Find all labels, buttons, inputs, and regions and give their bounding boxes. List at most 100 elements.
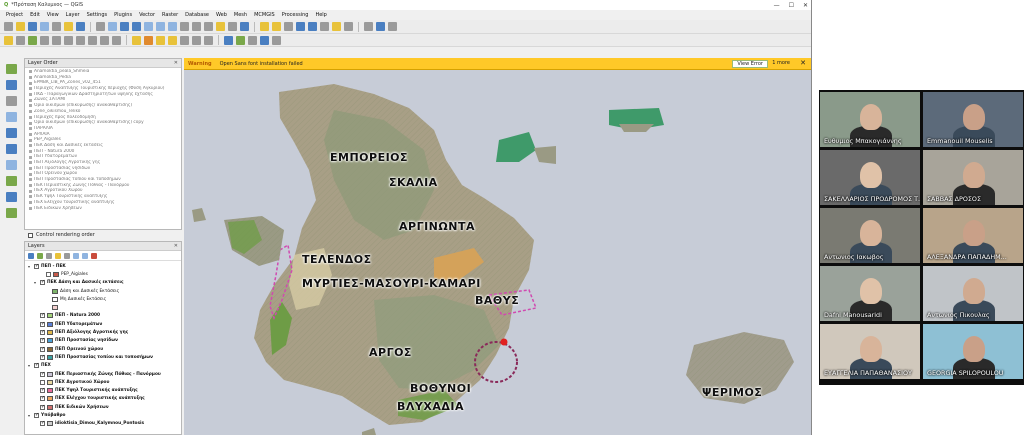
menu-item-8[interactable]: Database [185, 12, 209, 18]
map-tips-icon[interactable] [344, 22, 353, 31]
layer-visibility-checkbox[interactable] [40, 337, 45, 344]
zoom-layer-icon[interactable] [168, 22, 177, 31]
cut-icon[interactable] [64, 35, 73, 45]
zoom-last-icon[interactable] [192, 22, 201, 31]
pin-label-icon[interactable] [156, 35, 165, 45]
print-layout-icon[interactable] [52, 22, 61, 31]
layer-tree-row[interactable]: ▾ Υπόβαθρο [28, 411, 181, 419]
style-manager-icon[interactable] [76, 22, 85, 31]
menu-item-10[interactable]: Mesh [234, 12, 247, 18]
layer-tree-row[interactable]: ΠΕΠ - Natura 2000 [28, 312, 181, 320]
pan-to-selection-icon[interactable] [108, 22, 117, 31]
redo-icon[interactable] [112, 35, 121, 45]
menu-item-11[interactable]: MCMGIS [254, 12, 275, 18]
layer-visibility-checkbox[interactable] [34, 412, 39, 418]
layer-tree-row[interactable]: ΠΕΠ Ορεινού χώρου [28, 345, 181, 353]
zoom-full-icon[interactable] [144, 22, 153, 31]
layer-visibility-checkbox[interactable] [40, 329, 45, 336]
label-tool-icon[interactable] [132, 35, 141, 45]
paste-icon[interactable] [88, 35, 97, 45]
filter-expression-icon[interactable] [64, 252, 70, 259]
layer-visibility-checkbox[interactable] [40, 312, 45, 319]
pan-icon[interactable] [96, 22, 105, 31]
expand-arrow-icon[interactable]: ▾ [28, 363, 32, 368]
add-feature-icon[interactable] [28, 35, 37, 45]
refresh-icon[interactable] [240, 22, 249, 31]
layer-tree-row[interactable]: ΠΕΠ Προστασίας νησίδων [28, 337, 181, 345]
expand-arrow-icon[interactable]: ▾ [34, 280, 38, 285]
layer-tree-row[interactable]: ▾ ΠΕΠ - ΠΕΚ [28, 262, 181, 270]
undo-icon[interactable] [100, 35, 109, 45]
vertex-tool-icon[interactable] [40, 35, 49, 45]
layer-visibility-checkbox[interactable] [40, 371, 45, 377]
save-project-icon[interactable] [28, 22, 37, 31]
participant-tile[interactable]: ΣΑΚΕΛΛΑΡΙΟΣ ΠΡΟΔΡΟΜΟΣ Τ... [820, 150, 920, 205]
add-postgis-icon[interactable] [5, 144, 17, 154]
layer-visibility-checkbox[interactable] [40, 395, 45, 402]
rotate-label-icon[interactable] [192, 35, 201, 45]
collapse-all-icon[interactable] [82, 252, 88, 259]
expand-arrow-icon[interactable]: ▾ [28, 413, 32, 418]
close-message-icon[interactable]: ✕ [800, 59, 806, 67]
menu-item-2[interactable]: View [47, 12, 59, 18]
delete-feature-icon[interactable] [52, 35, 61, 45]
expand-all-icon[interactable] [73, 252, 79, 259]
layer-visibility-checkbox[interactable] [34, 362, 39, 369]
layer-visibility-checkbox[interactable] [40, 404, 45, 410]
add-wfs-layer-icon[interactable] [5, 176, 17, 186]
add-spatialite-icon[interactable] [5, 128, 17, 138]
control-rendering-checkbox[interactable] [28, 232, 33, 238]
participant-tile[interactable]: ΕΥΑΓΓΕΛΙΑ ΠΑΠΑΘΑΝΑΣΙΟΥ [820, 324, 920, 379]
add-virtual-layer-icon[interactable] [5, 192, 17, 202]
participant-tile[interactable]: Dafni Manousaridi [820, 266, 920, 321]
close-panel-icon[interactable]: ✕ [174, 243, 178, 249]
layer-visibility-checkbox[interactable] [40, 346, 45, 352]
add-wms-icon[interactable] [248, 35, 257, 45]
layer-visibility-checkbox[interactable] [34, 263, 39, 269]
add-delimited-text-icon[interactable] [5, 112, 17, 122]
manage-themes-icon[interactable] [46, 252, 52, 259]
maximize-icon[interactable]: ☐ [789, 2, 794, 9]
add-vector-layer-icon[interactable] [5, 64, 17, 74]
highlight-label-icon[interactable] [144, 35, 153, 45]
temporal-controller-icon[interactable] [228, 22, 237, 31]
layer-tree-row[interactable]: Δάση και Δασικές Εκτάσεις [28, 287, 181, 295]
edit-pencil-icon[interactable] [4, 35, 13, 45]
new-map-view-icon[interactable] [216, 22, 225, 31]
layer-tree-row[interactable]: ΠΕΧ Ελέγχου τουριστικής ανάπτυξης [28, 395, 181, 403]
menu-item-7[interactable]: Raster [162, 12, 178, 18]
add-raster-icon[interactable] [236, 35, 245, 45]
annotation-icon[interactable] [332, 22, 341, 31]
menu-item-4[interactable]: Settings [87, 12, 108, 18]
add-raster-layer-icon[interactable] [5, 80, 17, 90]
add-vector-icon[interactable] [224, 35, 233, 45]
menu-item-0[interactable]: Project [6, 12, 23, 18]
plugin-icon[interactable] [272, 35, 281, 45]
layer-tree-row[interactable]: ΠΕΠ Υδατορεμάτων [28, 320, 181, 328]
add-wms-layer-icon[interactable] [5, 160, 17, 170]
python-console-icon[interactable] [376, 22, 385, 31]
close-panel-icon[interactable]: ✕ [174, 60, 178, 66]
layer-visibility-checkbox[interactable] [40, 387, 45, 394]
layer-visibility-checkbox[interactable] [40, 379, 45, 385]
layer-tree-row[interactable]: ΠΕΚ Υψηλ Τουριστικής ανάπτυξης [28, 386, 181, 394]
settings-icon[interactable] [388, 22, 397, 31]
layer-tree-row[interactable] [28, 303, 181, 311]
new-project-icon[interactable] [4, 22, 13, 31]
copy-icon[interactable] [76, 35, 85, 45]
expand-arrow-icon[interactable]: ▾ [28, 264, 32, 269]
layer-order-item[interactable]: ΠΕΚ Ειδικών Χρήσεων [29, 206, 181, 212]
globe-icon[interactable] [260, 35, 269, 45]
open-project-icon[interactable] [16, 22, 25, 31]
zoom-next-icon[interactable] [204, 22, 213, 31]
close-icon[interactable]: ✕ [803, 2, 808, 9]
layer-tree-row[interactable]: ΠΕΠ Προστασίας τοπίου και τοποσήμων [28, 353, 181, 361]
layer-tree-row[interactable]: ΠΕΧ Αγροτικού Χώρου [28, 378, 181, 386]
layer-visibility-checkbox[interactable] [46, 271, 51, 277]
layer-tree-row[interactable]: ΠΕΚ Ειδικών Χρήσεων [28, 403, 181, 411]
identify-icon[interactable] [260, 22, 269, 31]
statistics-icon[interactable] [308, 22, 317, 31]
layer-tree-row[interactable]: ▾ ΠΕΚ Δάση και Δασικές εκτάσεις [28, 279, 181, 287]
layer-visibility-checkbox[interactable] [40, 321, 45, 327]
move-label-icon[interactable] [180, 35, 189, 45]
